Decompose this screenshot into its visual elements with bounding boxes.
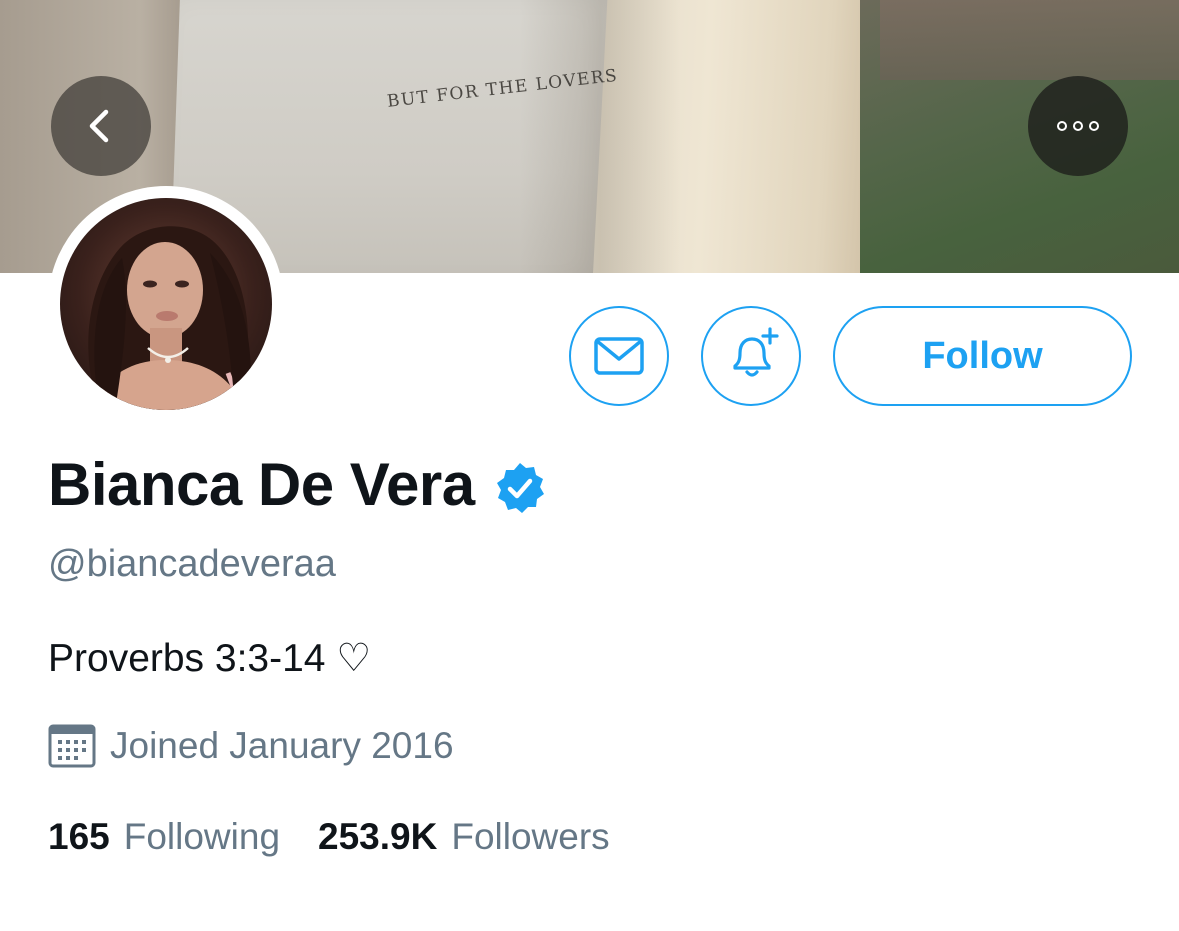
followers-count: 253.9K [318,816,438,857]
avatar-portrait [88,226,252,410]
notifications-button[interactable] [701,306,801,406]
more-dots-icon [1057,121,1099,131]
follow-button[interactable]: Follow [833,306,1132,406]
following-link[interactable]: 165 Following [48,816,280,858]
avatar[interactable] [60,198,272,410]
following-label: Following [123,816,281,857]
display-name: Bianca De Vera [48,451,475,518]
followers-link[interactable]: 253.9K Followers [318,816,610,858]
message-button[interactable] [569,306,669,406]
back-button[interactable] [51,76,151,176]
following-count: 165 [48,816,110,857]
followers-label: Followers [451,816,610,857]
more-options-button[interactable] [1028,76,1128,176]
follow-stats: 165 Following 253.9K Followers [48,816,610,858]
banner-background-top [880,0,1179,80]
chevron-left-icon [89,109,109,143]
verified-badge-icon [496,462,544,513]
joined-row: Joined January 2016 [48,722,454,770]
profile-bio: Proverbs 3:3-14 ♡ [48,637,372,680]
calendar-icon [48,724,96,768]
name-row: Bianca De Vera [48,450,547,519]
joined-date: Joined January 2016 [110,725,454,766]
username-handle: @biancadeveraa [48,543,336,585]
banner-page-shadow [520,0,680,273]
envelope-icon [594,337,644,375]
bell-plus-icon [733,327,779,377]
